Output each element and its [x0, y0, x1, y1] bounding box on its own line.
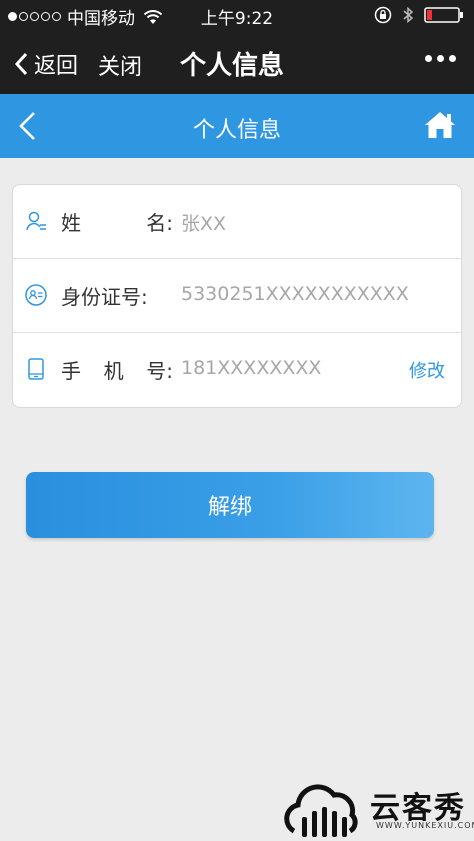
phone-label: 手 机 号:	[61, 359, 173, 383]
wechat-nav-bar: 返回 关闭 个人信息	[0, 30, 474, 94]
home-icon[interactable]	[424, 110, 456, 140]
watermark-url: WWW.YUNKEXIU.COM	[376, 821, 474, 830]
chevron-left-icon	[14, 52, 28, 76]
phone-row: 手 机 号: 181XXXXXXXX 修改	[13, 333, 461, 407]
name-label: 姓 名:	[61, 211, 173, 235]
unbind-button[interactable]: 解绑	[26, 472, 434, 538]
id-card-value: 5330251XXXXXXXXXXX	[181, 283, 409, 305]
user-icon	[26, 211, 46, 231]
back-button[interactable]: 返回	[14, 48, 78, 80]
app-header: 个人信息	[0, 94, 474, 158]
name-row: 姓 名: 张XX	[13, 185, 461, 259]
id-card-label: 身份证号:	[61, 285, 148, 309]
phone-value: 181XXXXXXXX	[181, 357, 322, 379]
close-button[interactable]: 关闭	[98, 49, 142, 81]
app-header-title: 个人信息	[192, 118, 281, 143]
name-value: 张XX	[181, 213, 227, 235]
watermark: 云客秀 WWW.YUNKEXIU.COM	[284, 775, 474, 841]
page-title: 个人信息	[180, 51, 285, 81]
cloud-logo-icon	[284, 784, 358, 837]
bluetooth-icon	[403, 6, 414, 24]
id-card-icon	[25, 284, 47, 306]
battery-low-icon	[424, 7, 463, 23]
phone-icon	[28, 358, 44, 380]
status-bar: 中国移动 上午9:22	[0, 0, 474, 30]
back-label: 返回	[34, 54, 79, 79]
more-dots-icon[interactable]	[425, 55, 456, 62]
rotation-lock-icon	[374, 6, 392, 24]
status-right	[374, 6, 464, 24]
edit-phone-link[interactable]: 修改	[409, 357, 445, 383]
id-card-row: 身份证号: 5330251XXXXXXXXXXX	[13, 259, 461, 333]
personal-info-card: 姓 名: 张XX 身份证号: 5330251XXXXXXXXXXX 手 机 号:…	[12, 184, 462, 408]
